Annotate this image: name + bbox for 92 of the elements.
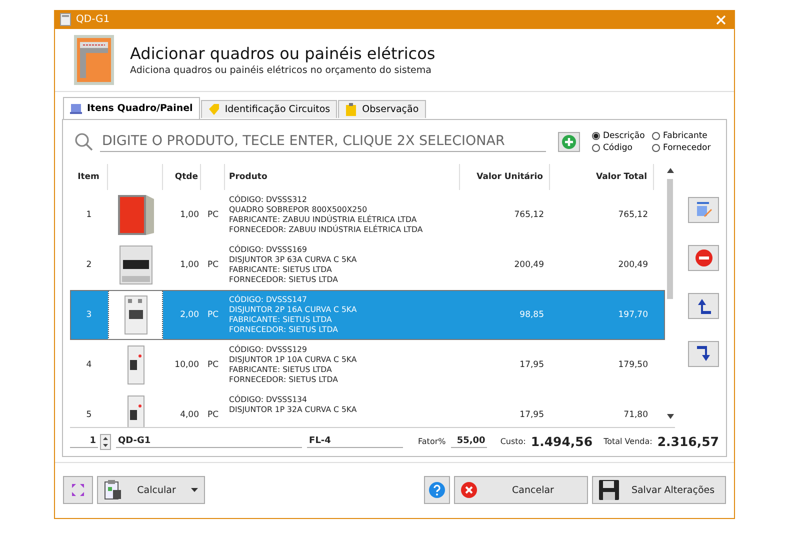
table-cell-text: 4 bbox=[85, 360, 93, 370]
spinner-icon[interactable] bbox=[100, 434, 111, 450]
note-icon bbox=[345, 103, 358, 116]
table-cell-text: 71,80 bbox=[622, 410, 649, 420]
cabinet-drawing bbox=[116, 194, 156, 236]
radio-button[interactable] bbox=[652, 132, 660, 140]
edit-icon bbox=[694, 200, 712, 219]
move-up-button[interactable] bbox=[688, 292, 719, 319]
radio-label: Descrição bbox=[603, 130, 645, 141]
column-header: Qtde bbox=[163, 164, 201, 190]
cost-value: 1.494,56 bbox=[530, 434, 593, 450]
column-header: Valor Unitário bbox=[460, 164, 550, 190]
scroll-down-icon[interactable] bbox=[666, 414, 674, 419]
list-icon bbox=[70, 102, 82, 115]
radio-option[interactable]: Código bbox=[592, 142, 652, 153]
plus-icon bbox=[562, 134, 576, 149]
table-cell-text: 17,95 bbox=[518, 360, 545, 370]
table-cell-text: 765,12 bbox=[513, 210, 545, 220]
save-button[interactable]: Salvar Alterações bbox=[592, 476, 726, 504]
cancel-icon bbox=[461, 482, 477, 498]
arrow-up-icon bbox=[696, 296, 712, 315]
breaker-drawing bbox=[124, 344, 146, 386]
table-cell-text: 4,00 bbox=[179, 410, 200, 420]
search-icon bbox=[74, 132, 94, 152]
close-icon[interactable] bbox=[716, 14, 726, 25]
panel-code-field[interactable]: FL-4 bbox=[307, 435, 404, 448]
window-title: QD-G1 bbox=[76, 14, 110, 26]
radio-button[interactable] bbox=[592, 132, 600, 140]
table-cell-text: PC bbox=[206, 310, 220, 320]
radio-label: Fabricante bbox=[663, 130, 708, 141]
clipboard-icon bbox=[104, 480, 122, 500]
tab[interactable]: Observação bbox=[338, 100, 426, 118]
minus-icon bbox=[694, 248, 712, 267]
radio-option[interactable]: Descrição bbox=[592, 130, 652, 141]
radio-option[interactable]: Fabricante bbox=[652, 130, 716, 141]
help-icon bbox=[429, 482, 445, 498]
radio-option[interactable]: Fornecedor bbox=[652, 142, 716, 153]
caret-icon bbox=[191, 488, 198, 492]
table-cell-text: 1,00 bbox=[179, 260, 200, 270]
add-button[interactable] bbox=[558, 132, 580, 152]
table-cell-text: 98,85 bbox=[518, 310, 545, 320]
expand-icon bbox=[71, 483, 85, 498]
expand-button[interactable] bbox=[63, 476, 93, 504]
factor-label: Fator% bbox=[418, 437, 446, 446]
table-cell-text: PC bbox=[206, 260, 220, 270]
panel-icon bbox=[74, 35, 114, 86]
edit-button[interactable] bbox=[688, 196, 719, 223]
tab[interactable]: Identificação Circuitos bbox=[200, 100, 338, 118]
sale-total-value: 2.316,57 bbox=[657, 434, 719, 450]
tab[interactable]: Itens Quadro/Painel bbox=[63, 97, 200, 120]
cancel-button[interactable]: Cancelar bbox=[454, 476, 588, 504]
help-button[interactable] bbox=[424, 476, 450, 504]
table-cell-text: PC bbox=[206, 360, 220, 370]
radio-button[interactable] bbox=[592, 144, 600, 152]
remove-button[interactable] bbox=[688, 244, 719, 271]
calculate-button[interactable]: Calcular bbox=[97, 476, 205, 504]
table-cell-text: 1 bbox=[85, 210, 93, 220]
table-cell-text: 179,50 bbox=[617, 360, 649, 370]
table-cell-text: 1,00 bbox=[179, 210, 200, 220]
breaker-drawing bbox=[122, 294, 148, 336]
panel-name-field[interactable]: QD-G1 bbox=[116, 435, 302, 448]
table-cell-text: PC bbox=[206, 210, 220, 220]
table-cell-text: 2,00 bbox=[179, 310, 200, 320]
radio-label: Código bbox=[603, 142, 632, 153]
move-down-button[interactable] bbox=[688, 340, 719, 367]
table-cell-text: 2 bbox=[85, 260, 93, 270]
window-icon bbox=[60, 13, 71, 26]
table-cell-text: 3 bbox=[85, 310, 93, 320]
sale-total-label: Total Venda: bbox=[604, 437, 652, 446]
arrow-down-icon bbox=[696, 344, 712, 363]
column-header: Item bbox=[70, 164, 108, 190]
table-cell-text: 197,70 bbox=[617, 310, 649, 320]
table-cell-text: 10,00 bbox=[174, 360, 200, 370]
dialog-heading: Adicionar quadros ou painéis elétricos bbox=[130, 44, 436, 64]
table-cell-text: 5 bbox=[85, 410, 93, 420]
tag-icon bbox=[208, 104, 220, 116]
cost-label: Custo: bbox=[500, 437, 526, 446]
column-header: Produto bbox=[225, 164, 460, 190]
table-cell-text: 765,12 bbox=[617, 210, 649, 220]
scroll-up-icon[interactable] bbox=[666, 168, 674, 173]
table-cell-text: 200,49 bbox=[513, 260, 545, 270]
column-header: Valor Total bbox=[550, 164, 654, 190]
table-cell-text: 17,95 bbox=[518, 410, 545, 420]
radio-label: Fornecedor bbox=[663, 142, 711, 153]
factor-field[interactable]: 55,00 bbox=[450, 435, 488, 448]
radio-button[interactable] bbox=[652, 144, 660, 152]
dialog-subtitle: Adiciona quadros ou painéis elétricos no orçamento do sistema bbox=[130, 65, 432, 76]
quantity-field[interactable]: 1 bbox=[70, 435, 98, 448]
breaker-drawing bbox=[124, 394, 146, 427]
table-cell-text: PC bbox=[206, 410, 220, 420]
breaker-drawing bbox=[118, 244, 154, 286]
table-cell-text: 200,49 bbox=[617, 260, 649, 270]
